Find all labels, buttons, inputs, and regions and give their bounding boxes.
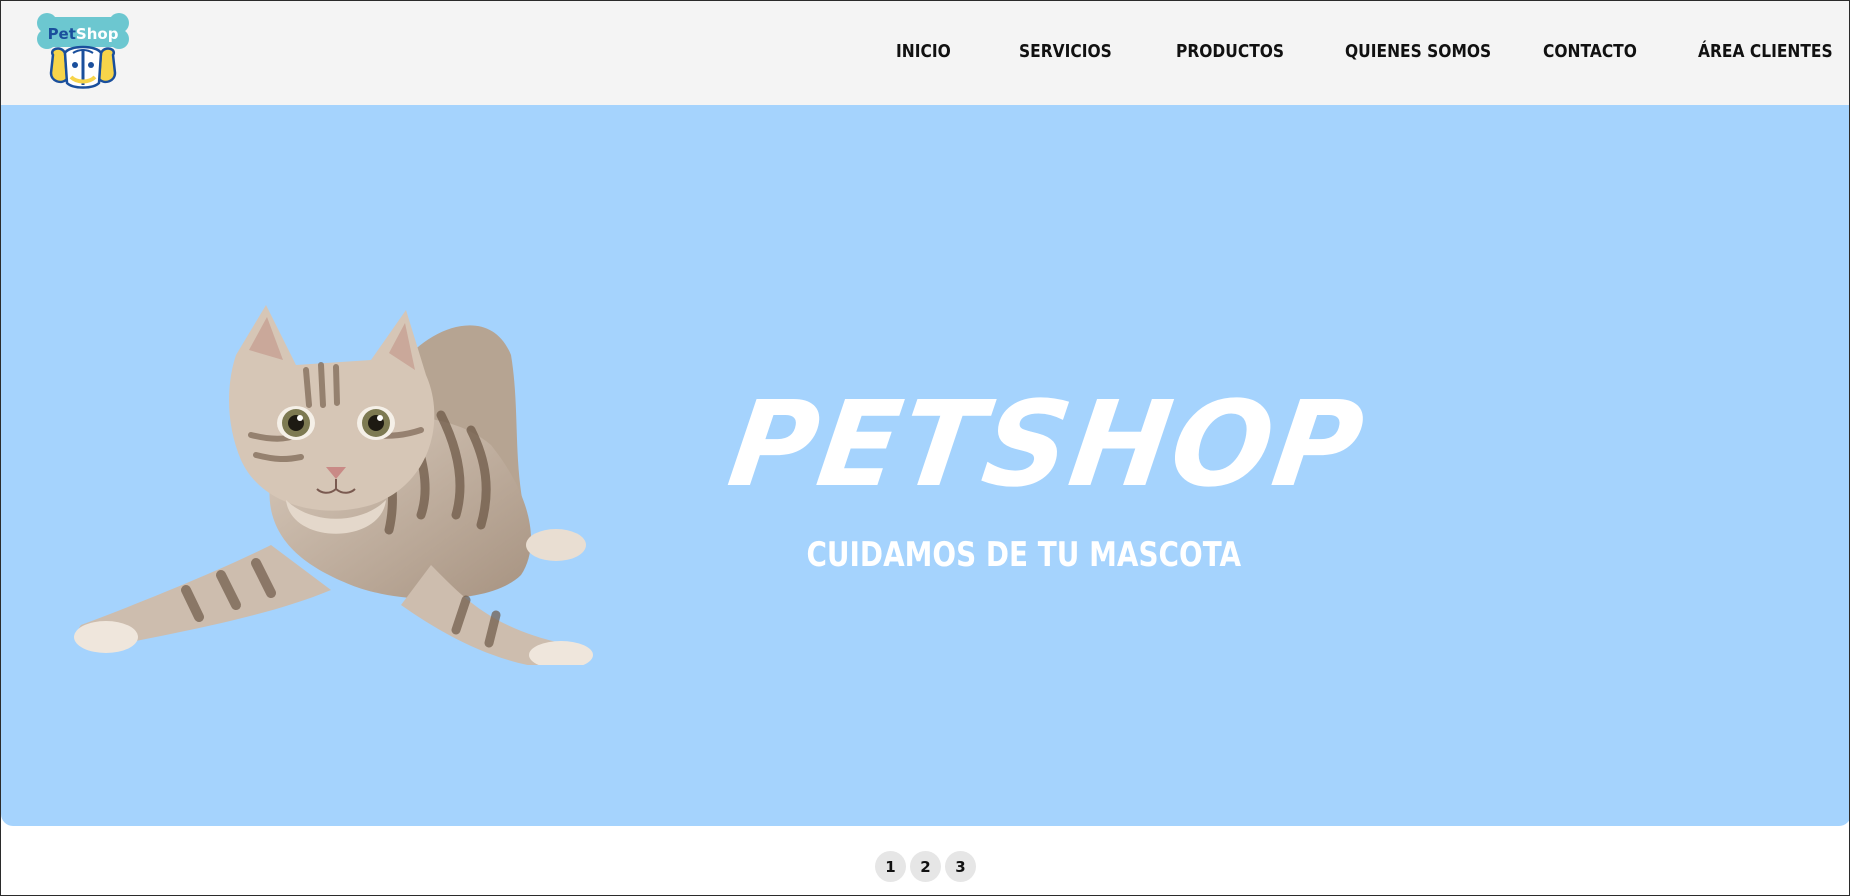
- svg-text:PetShop: PetShop: [48, 25, 119, 43]
- slider-pagination: 1 2 3: [875, 851, 976, 882]
- kitten-photo: [71, 245, 631, 670]
- nav-item-productos[interactable]: PRODUCTOS: [1176, 41, 1284, 62]
- logo-text-pet: Pet: [48, 25, 76, 43]
- page: PetShop INICIO SERVICIOS PRODUCTOS QUIEN…: [0, 0, 1850, 896]
- nav-item-inicio[interactable]: INICIO: [896, 41, 951, 62]
- petshop-logo[interactable]: PetShop: [35, 9, 131, 91]
- pager-button-1[interactable]: 1: [875, 851, 906, 882]
- site-header: PetShop INICIO SERVICIOS PRODUCTOS QUIEN…: [1, 1, 1849, 105]
- hero-slider: PETSHOP CUIDAMOS DE TU MASCOTA: [1, 105, 1849, 826]
- nav-item-contacto[interactable]: CONTACTO: [1543, 41, 1637, 62]
- logo-text-shop: Shop: [76, 25, 119, 43]
- pager-button-2[interactable]: 2: [910, 851, 941, 882]
- nav-item-area-clientes[interactable]: ÁREA CLIENTES: [1698, 41, 1833, 62]
- hero-subtitle: CUIDAMOS DE TU MASCOTA: [806, 535, 1242, 575]
- nav-item-quienes-somos[interactable]: QUIENES SOMOS: [1345, 41, 1491, 62]
- petshop-logo-icon: PetShop: [37, 13, 129, 89]
- hero-title: PETSHOP: [721, 375, 1373, 513]
- pager-button-3[interactable]: 3: [945, 851, 976, 882]
- nav-item-servicios[interactable]: SERVICIOS: [1019, 41, 1112, 62]
